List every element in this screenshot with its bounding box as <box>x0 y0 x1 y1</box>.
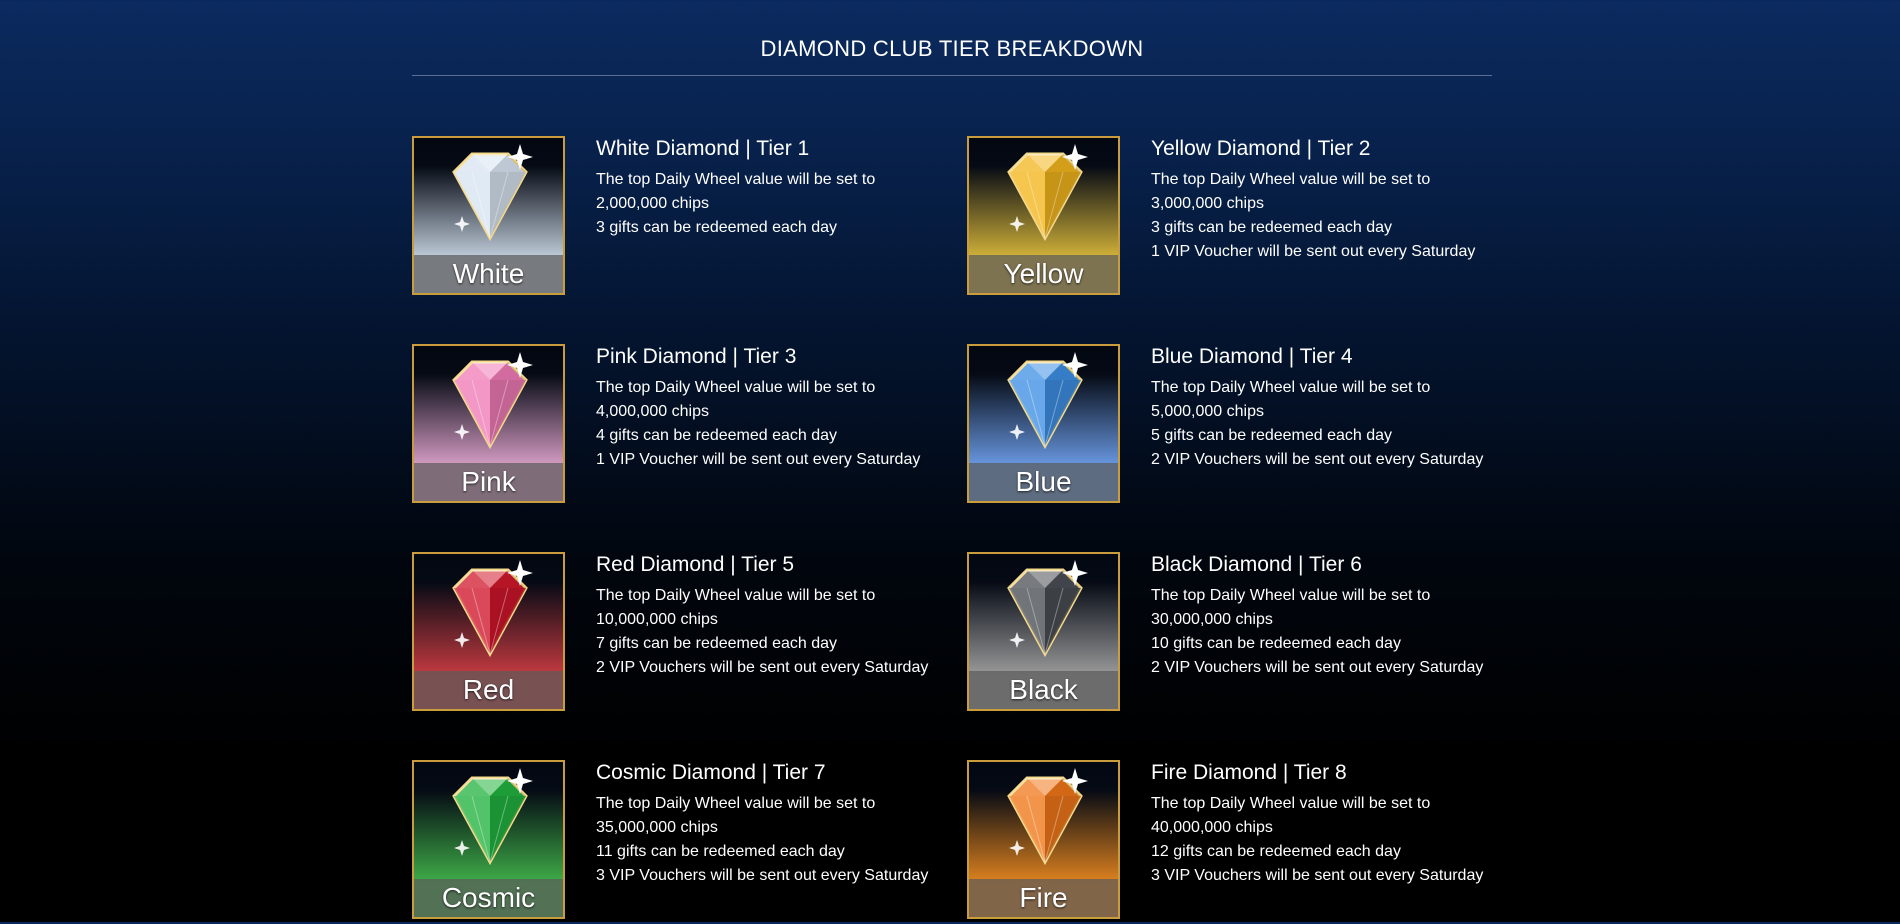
tier-title: Cosmic Diamond | Tier 7 <box>596 761 826 784</box>
tier-benefit-line: 3 VIP Vouchers will be sent out every Sa… <box>596 867 929 884</box>
tier-badge: Cosmic <box>412 760 565 919</box>
page-title: DIAMOND CLUB TIER BREAKDOWN <box>760 36 1144 61</box>
tier-details: Pink Diamond | Tier 3 The top Daily Wheel… <box>596 344 952 472</box>
tier-benefit-line: 2 VIP Vouchers will be sent out every Sa… <box>596 659 929 676</box>
tier-badge-label: Fire <box>969 879 1118 917</box>
tier-details: Yellow Diamond | Tier 2 The top Daily Whe… <box>1151 136 1507 264</box>
tier-title: Red Diamond | Tier 5 <box>596 553 795 576</box>
tier-benefit-line: The top Daily Wheel value will be set to <box>596 171 876 188</box>
tier-title: White Diamond | Tier 1 <box>596 137 810 160</box>
tier-benefit-line: 40,000,000 chips <box>1151 819 1273 836</box>
tier-benefit-line: The top Daily Wheel value will be set to <box>1151 795 1431 812</box>
tier-badge: Fire <box>967 760 1120 919</box>
tier-badge-label: Yellow <box>969 255 1118 293</box>
tier-benefit-line: 3 VIP Vouchers will be sent out every Sa… <box>1151 867 1484 884</box>
tier-card: Red Red Diamond | Tier 5 The top Daily Whe… <box>412 552 952 716</box>
tier-breakdown-page: DIAMOND CLUB TIER BREAKDOWN White White D… <box>412 0 1492 922</box>
tier-badge: Yellow <box>967 136 1120 295</box>
tier-benefit-line: 10,000,000 chips <box>596 611 718 628</box>
tier-title: Fire Diamond | Tier 8 <box>1151 761 1347 784</box>
diamond-icon <box>1007 768 1088 866</box>
tier-badge: Blue <box>967 344 1120 503</box>
tier-badge-label: Red <box>414 671 563 709</box>
tier-details: Cosmic Diamond | Tier 7 The top Daily Whe… <box>596 760 952 888</box>
tier-benefit-line: The top Daily Wheel value will be set to <box>1151 171 1431 188</box>
tier-title: Black Diamond | Tier 6 <box>1151 553 1362 576</box>
tier-card: Blue Blue Diamond | Tier 4 The top Daily W… <box>967 344 1507 508</box>
tier-details: Blue Diamond | Tier 4 The top Daily Wheel… <box>1151 344 1507 472</box>
tier-benefit-line: The top Daily Wheel value will be set to <box>1151 379 1431 396</box>
tier-badge: Black <box>967 552 1120 711</box>
tier-badge-label: Blue <box>969 463 1118 501</box>
tier-card: Fire Fire Diamond | Tier 8 The top Daily W… <box>967 760 1507 924</box>
tier-benefit-line: 4,000,000 chips <box>596 403 709 420</box>
tier-badge: Red <box>412 552 565 711</box>
tier-benefit-line: 35,000,000 chips <box>596 819 718 836</box>
diamond-icon <box>452 560 533 658</box>
tier-benefit-line: 10 gifts can be redeemed each day <box>1151 635 1401 652</box>
tier-badge-label: White <box>414 255 563 293</box>
tier-benefit-line: 30,000,000 chips <box>1151 611 1273 628</box>
tier-benefit-line: 7 gifts can be redeemed each day <box>596 635 838 652</box>
tier-card: Yellow Yellow Diamond | Tier 2 The top Dai… <box>967 136 1507 300</box>
tier-benefit-line: The top Daily Wheel value will be set to <box>1151 587 1431 604</box>
tier-title: Pink Diamond | Tier 3 <box>596 345 797 368</box>
tier-card: White White Diamond | Tier 1 The top Daily… <box>412 136 952 300</box>
tier-details: White Diamond | Tier 1 The top Daily Whee… <box>596 136 952 240</box>
tier-title: Yellow Diamond | Tier 2 <box>1151 137 1371 160</box>
diamond-icon <box>1007 144 1088 242</box>
tier-benefit-line: The top Daily Wheel value will be set to <box>596 587 876 604</box>
tier-benefit-line: 2 VIP Vouchers will be sent out every Sa… <box>1151 451 1484 468</box>
tier-benefit-line: 3 gifts can be redeemed each day <box>1151 219 1393 236</box>
tier-benefit-line: 3 gifts can be redeemed each day <box>596 219 838 236</box>
diamond-icon <box>1007 352 1088 450</box>
tier-details: Fire Diamond | Tier 8 The top Daily Wheel… <box>1151 760 1507 888</box>
tier-benefit-line: The top Daily Wheel value will be set to <box>596 379 876 396</box>
tier-details: Red Diamond | Tier 5 The top Daily Wheel … <box>596 552 952 680</box>
tier-benefit-line: 12 gifts can be redeemed each day <box>1151 843 1401 860</box>
tier-benefit-line: 5 gifts can be redeemed each day <box>1151 427 1393 444</box>
tier-details: Black Diamond | Tier 6 The top Daily Whee… <box>1151 552 1507 680</box>
diamond-icon <box>452 352 533 450</box>
tier-benefit-line: 1 VIP Voucher will be sent out every Sat… <box>1151 243 1476 260</box>
tier-card: Black Black Diamond | Tier 6 The top Daily… <box>967 552 1507 716</box>
title-divider <box>412 75 1492 76</box>
tier-badge-label: Black <box>969 671 1118 709</box>
tier-benefit-line: 5,000,000 chips <box>1151 403 1264 420</box>
tier-benefit-line: 2 VIP Vouchers will be sent out every Sa… <box>1151 659 1484 676</box>
diamond-icon <box>1007 560 1088 658</box>
tier-badge: White <box>412 136 565 295</box>
tier-benefit-line: 2,000,000 chips <box>596 195 709 212</box>
diamond-icon <box>452 768 533 866</box>
tier-benefit-line: 3,000,000 chips <box>1151 195 1264 212</box>
tier-benefit-line: The top Daily Wheel value will be set to <box>596 795 876 812</box>
tier-card: Cosmic Cosmic Diamond | Tier 7 The top Dai… <box>412 760 952 924</box>
tier-benefit-line: 4 gifts can be redeemed each day <box>596 427 838 444</box>
tier-benefit-line: 1 VIP Voucher will be sent out every Sat… <box>596 451 921 468</box>
diamond-icon <box>452 144 533 242</box>
tier-title: Blue Diamond | Tier 4 <box>1151 345 1353 368</box>
tier-benefit-line: 11 gifts can be redeemed each day <box>596 843 845 860</box>
tier-card: Pink Pink Diamond | Tier 3 The top Daily W… <box>412 344 952 508</box>
tier-badge-label: Pink <box>414 463 563 501</box>
tier-badge: Pink <box>412 344 565 503</box>
tier-badge-label: Cosmic <box>414 879 563 917</box>
